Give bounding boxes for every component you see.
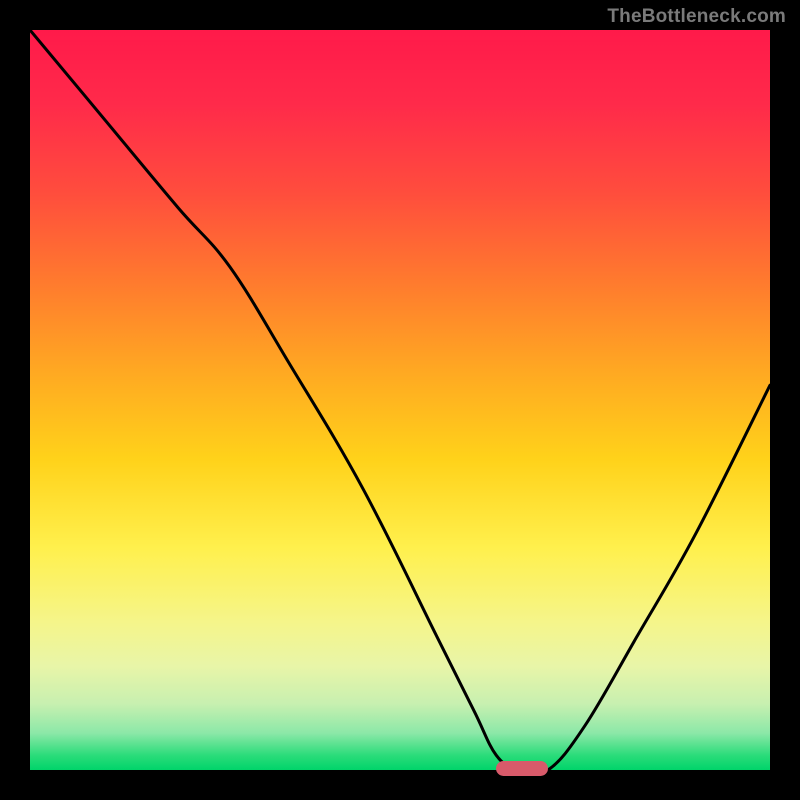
plot-area [30,30,770,770]
optimal-range-marker [496,761,548,776]
bottleneck-curve-line [30,30,770,770]
watermark-text: TheBottleneck.com [607,6,786,28]
bottleneck-curve-svg [30,30,770,770]
chart-container: TheBottleneck.com [0,0,800,800]
